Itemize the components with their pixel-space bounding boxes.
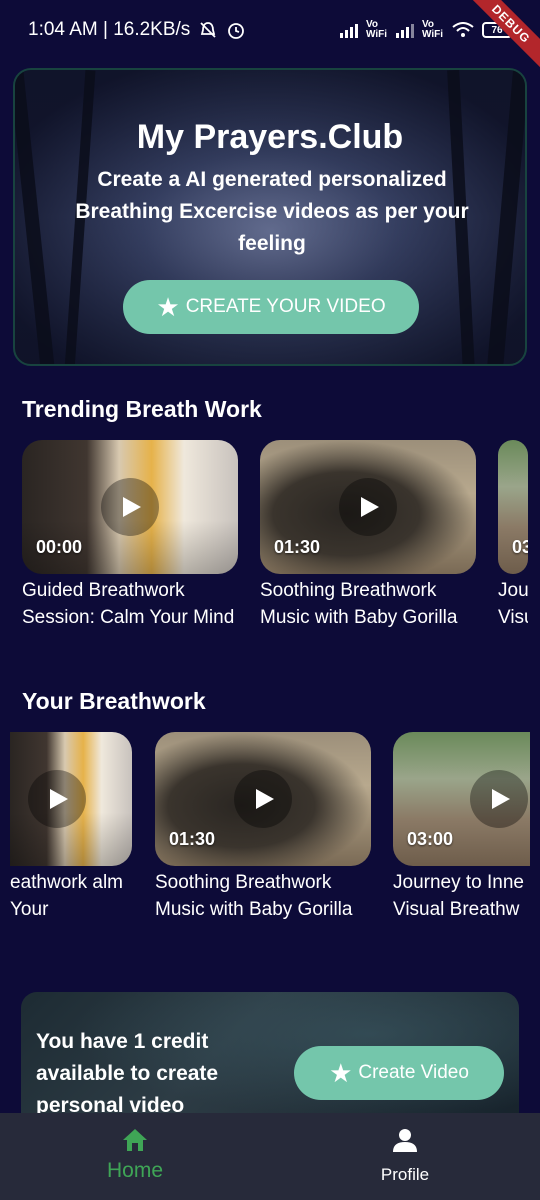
create-video-label: Create Video [358,1062,469,1083]
create-your-video-button[interactable]: ★ CREATE YOUR VIDEO [123,280,419,334]
play-icon[interactable] [470,770,528,828]
video-title[interactable]: Guided Breathwork Session: Calm Your Min… [22,577,238,631]
nav-profile[interactable]: Profile [364,1127,446,1185]
status-bar: 1:04 AM | 16.2KB/s Vo WiFi Vo WiFi 76 DE… [0,0,540,70]
home-screen: 1:04 AM | 16.2KB/s Vo WiFi Vo WiFi 76 DE… [0,0,540,1200]
play-icon[interactable] [339,478,397,536]
credit-card: You have 1 credit available to create pe… [21,992,519,1132]
video-duration: 01:30 [169,829,216,849]
video-title[interactable]: Soothing Breathwork Music with Baby Gori… [155,869,385,923]
signal-icon-2 [396,22,414,38]
video-title[interactable]: Jou Visu [498,577,528,631]
mute-icon [200,22,216,38]
hero-banner: My Prayers.Club Create a AI generated pe… [13,68,527,366]
signal-icon [340,22,358,38]
video-duration: 00:00 [36,537,83,557]
play-icon[interactable] [234,770,292,828]
status-right: Vo WiFi Vo WiFi 76 [340,20,512,40]
hero-bg-tree [15,70,55,364]
nav-home-label: Home [106,1159,164,1182]
video-title[interactable]: Journey to Inne Visual Breathw [393,869,530,923]
star-icon: ★ [156,292,180,322]
profile-icon [393,1129,417,1152]
trending-video-thumb[interactable]: 00:00 [22,440,238,574]
hero-title: My Prayers.Club [136,118,404,156]
credit-text: You have 1 credit available to create pe… [36,1030,219,1117]
nav-profile-label: Profile [380,1165,430,1184]
star-icon: ★ [329,1058,353,1088]
vowifi-label-2: Vo WiFi [422,19,444,40]
alarm-icon [228,23,245,39]
trending-video-thumb[interactable]: 01:30 [260,440,476,574]
hero-subtitle: Create a AI generated personalized Breat… [75,168,469,255]
status-left: 1:04 AM | 16.2KB/s [28,19,246,41]
video-duration: 01:30 [274,537,321,557]
your-breathwork-section-title: Your Breathwork [22,688,206,714]
video-title[interactable]: Soothing Breathwork Music with Baby Gori… [260,577,490,631]
your-video-thumb[interactable] [10,732,132,866]
your-video-thumb[interactable]: 01:30 [155,732,371,866]
video-title[interactable]: eathwork alm Your [10,869,130,923]
status-time: 1:04 AM | 16.2KB/s [28,19,191,40]
create-video-button[interactable]: ★ Create Video [294,1046,504,1100]
create-your-video-label: CREATE YOUR VIDEO [185,296,386,317]
trending-section-title: Trending Breath Work [22,396,262,422]
hero-bg-tree [486,70,525,364]
home-icon [123,1129,147,1151]
wifi-icon [452,22,474,37]
video-duration: 03 [512,537,528,557]
trending-video-thumb[interactable]: 03 [498,440,528,574]
play-icon[interactable] [28,770,86,828]
vowifi-label-1: Vo WiFi [366,19,388,40]
nav-home[interactable]: Home [94,1127,176,1183]
your-video-thumb[interactable]: 03:00 [393,732,530,866]
play-icon[interactable] [101,478,159,536]
bottom-nav: Home Profile [0,1113,540,1200]
video-duration: 03:00 [407,829,454,849]
